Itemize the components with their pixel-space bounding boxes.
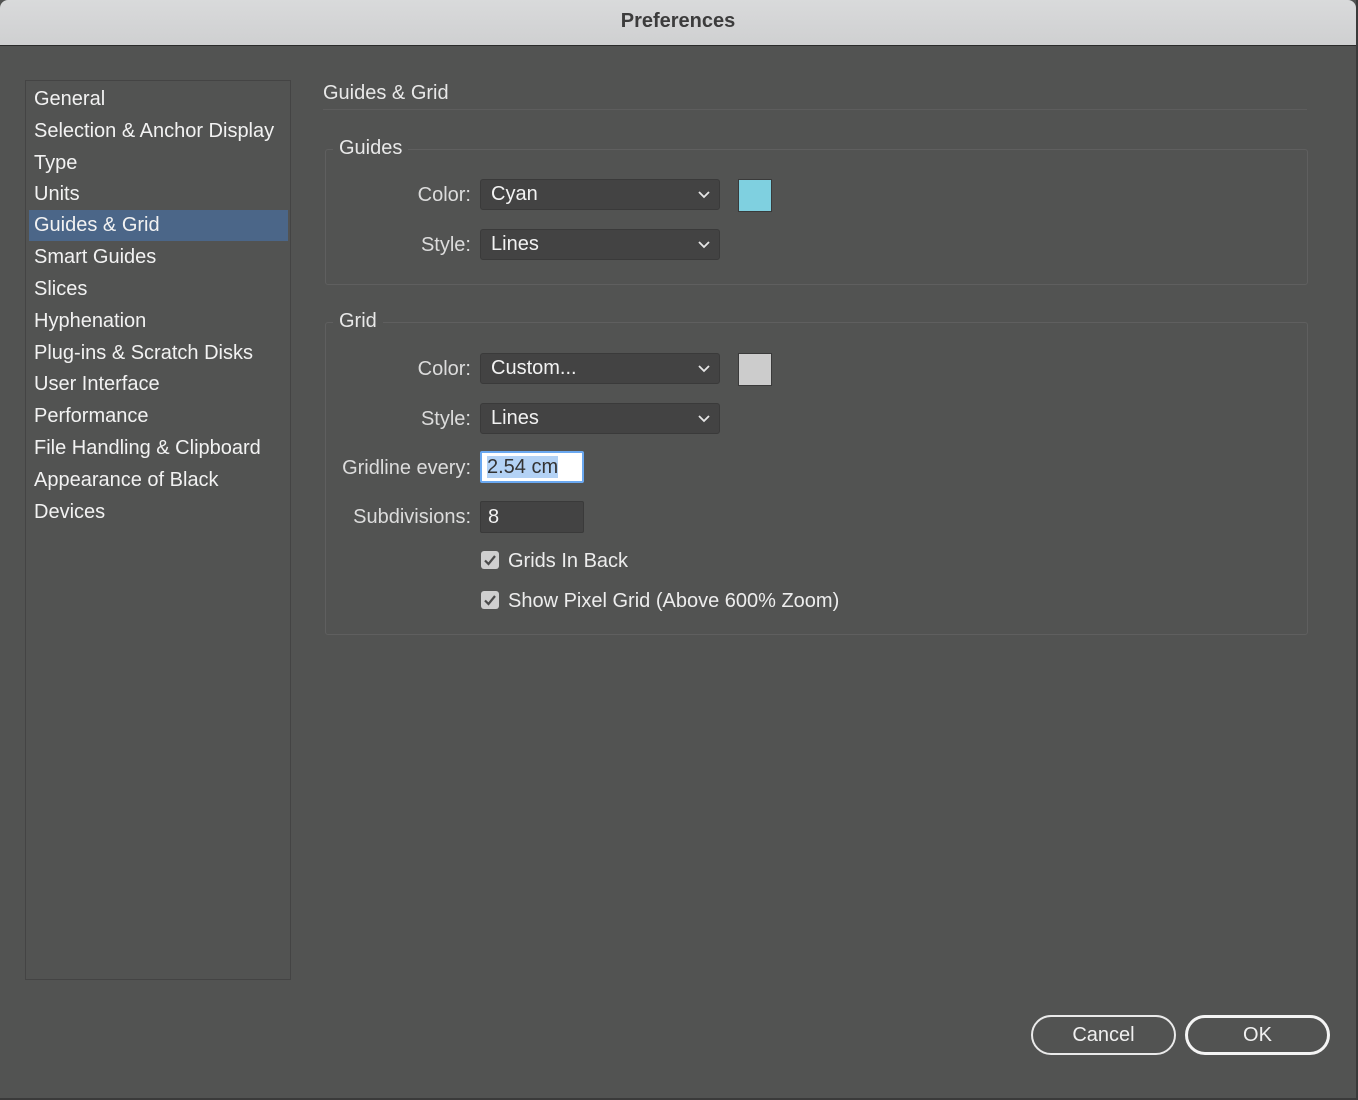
sidebar-item-smart-guides[interactable]: Smart Guides	[29, 242, 288, 273]
ok-button[interactable]: OK	[1185, 1015, 1330, 1055]
panel-title: Guides & Grid	[323, 82, 449, 104]
panel-divider	[323, 109, 1307, 110]
guides-group-label: Guides	[333, 137, 409, 160]
grid-style-select[interactable]: Lines	[480, 403, 720, 434]
checkmark-icon	[484, 555, 496, 566]
guides-style-value: Lines	[491, 233, 539, 255]
sidebar-item-guides-grid[interactable]: Guides & Grid	[29, 210, 288, 241]
grid-color-value: Custom...	[491, 357, 577, 379]
grid-group-label: Grid	[333, 310, 383, 333]
gridline-every-label: Gridline every:	[342, 457, 471, 479]
grids-in-back-label: Grids In Back	[508, 550, 629, 572]
preferences-dialog: Preferences General Selection & Anchor D…	[0, 0, 1358, 1100]
guides-style-select[interactable]: Lines	[480, 229, 720, 260]
checkmark-icon	[484, 595, 496, 606]
sidebar-item-units[interactable]: Units	[29, 179, 288, 210]
sidebar-item-slices[interactable]: Slices	[29, 274, 288, 305]
guides-group	[325, 149, 1308, 285]
window-title: Preferences	[620, 10, 736, 32]
sidebar-item-type[interactable]: Type	[29, 148, 288, 179]
grid-color-label: Color:	[417, 358, 471, 380]
checkbox-box[interactable]	[481, 591, 499, 609]
chevron-down-icon	[698, 415, 710, 423]
subdivisions-label: Subdivisions:	[353, 506, 471, 528]
title-bar[interactable]: Preferences	[0, 0, 1356, 46]
subdivisions-value: 8	[488, 506, 500, 528]
sidebar-item-hyphenation[interactable]: Hyphenation	[29, 306, 288, 337]
sidebar-item-general[interactable]: General	[29, 84, 288, 115]
sidebar-item-file-handling-clipboard[interactable]: File Handling & Clipboard	[29, 433, 288, 464]
grid-color-swatch[interactable]	[738, 353, 772, 386]
sidebar-item-appearance-of-black[interactable]: Appearance of Black	[29, 465, 288, 496]
sidebar-item-performance[interactable]: Performance	[29, 401, 288, 432]
guides-style-label: Style:	[420, 234, 471, 256]
sidebar-item-user-interface[interactable]: User Interface	[29, 369, 288, 400]
preferences-category-list: General Selection & Anchor Display Type …	[25, 80, 291, 980]
guides-color-value: Cyan	[491, 183, 538, 205]
sidebar-item-selection-anchor-display[interactable]: Selection & Anchor Display	[29, 116, 288, 147]
chevron-down-icon	[698, 241, 710, 249]
guides-color-swatch[interactable]	[738, 179, 772, 212]
grid-color-select[interactable]: Custom...	[480, 353, 720, 384]
gridline-every-value: 2.54 cm	[487, 456, 559, 478]
checkbox-box[interactable]	[481, 551, 499, 569]
sidebar-item-devices[interactable]: Devices	[29, 497, 288, 528]
chevron-down-icon	[698, 365, 710, 373]
show-pixel-grid-label: Show Pixel Grid (Above 600% Zoom)	[508, 590, 840, 612]
sidebar-item-plugins-scratch-disks[interactable]: Plug-ins & Scratch Disks	[29, 338, 288, 369]
guides-color-label: Color:	[417, 184, 471, 206]
chevron-down-icon	[698, 191, 710, 199]
gridline-every-input[interactable]: 2.54 cm	[480, 451, 584, 483]
subdivisions-input[interactable]: 8	[480, 501, 584, 533]
cancel-button[interactable]: Cancel	[1031, 1015, 1176, 1055]
guides-color-select[interactable]: Cyan	[480, 179, 720, 210]
grid-style-value: Lines	[491, 407, 539, 429]
grid-style-label: Style:	[420, 408, 471, 430]
